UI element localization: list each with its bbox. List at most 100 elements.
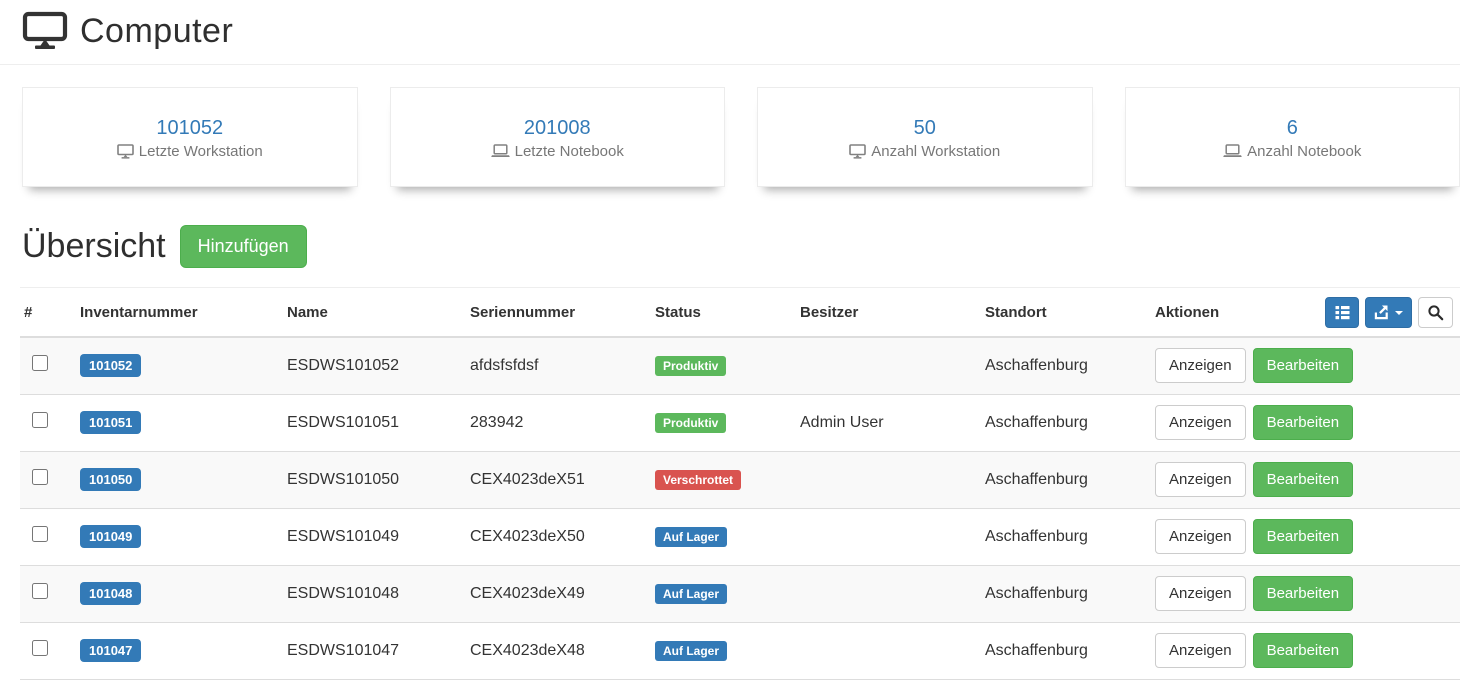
view-button[interactable]: Anzeigen bbox=[1155, 633, 1246, 668]
owner-cell bbox=[800, 565, 985, 622]
row-checkbox[interactable] bbox=[32, 583, 48, 599]
notebook-icon bbox=[491, 144, 510, 158]
workstation-icon bbox=[117, 144, 134, 159]
inventory-badge[interactable]: 101048 bbox=[80, 582, 141, 605]
edit-button[interactable]: Bearbeiten bbox=[1253, 462, 1354, 497]
inventory-badge[interactable]: 101047 bbox=[80, 639, 141, 662]
table-row: 101051 ESDWS101051 283942 Produktiv Admi… bbox=[20, 394, 1460, 451]
edit-button[interactable]: Bearbeiten bbox=[1253, 633, 1354, 668]
location-cell: Aschaffenburg bbox=[985, 508, 1155, 565]
notebook-icon bbox=[1223, 144, 1242, 158]
edit-button[interactable]: Bearbeiten bbox=[1253, 348, 1354, 383]
computer-table: # Inventarnummer Name Seriennummer Statu… bbox=[20, 288, 1460, 680]
stat-label: Anzahl Workstation bbox=[871, 143, 1000, 160]
edit-button[interactable]: Bearbeiten bbox=[1253, 576, 1354, 611]
status-badge: Verschrottet bbox=[655, 470, 741, 490]
name-cell: ESDWS101052 bbox=[287, 337, 470, 394]
stat-card-letzte-workstation: 101052 Letzte Workstation bbox=[22, 87, 358, 187]
page-title: Computer bbox=[80, 12, 233, 51]
serial-cell: CEX4023deX49 bbox=[470, 565, 655, 622]
owner-cell: Admin User bbox=[800, 394, 985, 451]
inventory-badge[interactable]: 101051 bbox=[80, 411, 141, 434]
view-button[interactable]: Anzeigen bbox=[1155, 405, 1246, 440]
row-checkbox[interactable] bbox=[32, 469, 48, 485]
view-button[interactable]: Anzeigen bbox=[1155, 519, 1246, 554]
search-icon bbox=[1427, 304, 1444, 321]
row-checkbox[interactable] bbox=[32, 526, 48, 542]
row-checkbox[interactable] bbox=[32, 640, 48, 656]
stat-label: Letzte Notebook bbox=[515, 143, 624, 160]
column-header-status: Status bbox=[655, 288, 800, 337]
owner-cell bbox=[800, 337, 985, 394]
export-button[interactable] bbox=[1365, 297, 1412, 328]
overview-header: Übersicht Hinzufügen bbox=[0, 187, 1460, 268]
owner-cell bbox=[800, 622, 985, 679]
table-row: 101049 ESDWS101049 CEX4023deX50 Auf Lage… bbox=[20, 508, 1460, 565]
column-header-index: # bbox=[20, 288, 80, 337]
name-cell: ESDWS101048 bbox=[287, 565, 470, 622]
export-icon bbox=[1374, 305, 1389, 320]
edit-button[interactable]: Bearbeiten bbox=[1253, 519, 1354, 554]
table-row: 101048 ESDWS101048 CEX4023deX49 Auf Lage… bbox=[20, 565, 1460, 622]
edit-button[interactable]: Bearbeiten bbox=[1253, 405, 1354, 440]
column-header-standort: Standort bbox=[985, 288, 1155, 337]
status-badge: Auf Lager bbox=[655, 584, 727, 604]
name-cell: ESDWS101047 bbox=[287, 622, 470, 679]
name-cell: ESDWS101050 bbox=[287, 451, 470, 508]
owner-cell bbox=[800, 451, 985, 508]
caret-down-icon bbox=[1395, 311, 1403, 315]
overview-heading: Übersicht bbox=[22, 227, 166, 266]
stat-card-letzte-notebook: 201008 Letzte Notebook bbox=[390, 87, 726, 187]
stat-value: 101052 bbox=[156, 115, 223, 141]
status-badge: Auf Lager bbox=[655, 527, 727, 547]
serial-cell: afdsfsfdsf bbox=[470, 337, 655, 394]
stat-card-anzahl-workstation: 50 Anzahl Workstation bbox=[757, 87, 1093, 187]
status-badge: Produktiv bbox=[655, 413, 726, 433]
row-checkbox[interactable] bbox=[32, 412, 48, 428]
stat-value: 50 bbox=[914, 115, 936, 141]
table-row: 101052 ESDWS101052 afdsfsfdsf Produktiv … bbox=[20, 337, 1460, 394]
computer-icon bbox=[22, 10, 68, 52]
stat-value: 6 bbox=[1287, 115, 1298, 141]
serial-cell: 283942 bbox=[470, 394, 655, 451]
column-header-inventarnummer: Inventarnummer bbox=[80, 288, 287, 337]
stat-label: Letzte Workstation bbox=[139, 143, 263, 160]
inventory-badge[interactable]: 101052 bbox=[80, 354, 141, 377]
table-body: 101052 ESDWS101052 afdsfsfdsf Produktiv … bbox=[20, 337, 1460, 679]
stat-card-anzahl-notebook: 6 Anzahl Notebook bbox=[1125, 87, 1460, 187]
table-row: 101050 ESDWS101050 CEX4023deX51 Verschro… bbox=[20, 451, 1460, 508]
table-toolbar bbox=[1325, 297, 1453, 328]
inventory-badge[interactable]: 101049 bbox=[80, 525, 141, 548]
columns-button[interactable] bbox=[1325, 297, 1359, 328]
view-button[interactable]: Anzeigen bbox=[1155, 348, 1246, 383]
column-header-seriennummer: Seriennummer bbox=[470, 288, 655, 337]
view-button[interactable]: Anzeigen bbox=[1155, 462, 1246, 497]
status-badge: Produktiv bbox=[655, 356, 726, 376]
table-header-row: # Inventarnummer Name Seriennummer Statu… bbox=[20, 288, 1460, 337]
status-badge: Auf Lager bbox=[655, 641, 727, 661]
stat-value: 201008 bbox=[524, 115, 591, 141]
location-cell: Aschaffenburg bbox=[985, 394, 1155, 451]
workstation-icon bbox=[849, 144, 866, 159]
view-button[interactable]: Anzeigen bbox=[1155, 576, 1246, 611]
serial-cell: CEX4023deX48 bbox=[470, 622, 655, 679]
page-header: Computer bbox=[0, 0, 1460, 65]
name-cell: ESDWS101049 bbox=[287, 508, 470, 565]
columns-icon bbox=[1335, 305, 1350, 320]
add-button[interactable]: Hinzufügen bbox=[180, 225, 307, 268]
serial-cell: CEX4023deX51 bbox=[470, 451, 655, 508]
inventory-table: # Inventarnummer Name Seriennummer Statu… bbox=[20, 288, 1460, 680]
location-cell: Aschaffenburg bbox=[985, 565, 1155, 622]
location-cell: Aschaffenburg bbox=[985, 622, 1155, 679]
owner-cell bbox=[800, 508, 985, 565]
column-header-name: Name bbox=[287, 288, 470, 337]
inventory-badge[interactable]: 101050 bbox=[80, 468, 141, 491]
stat-label: Anzahl Notebook bbox=[1247, 143, 1361, 160]
stats-cards: 101052 Letzte Workstation 201008 Letzte … bbox=[0, 65, 1460, 187]
serial-cell: CEX4023deX50 bbox=[470, 508, 655, 565]
table-row: 101047 ESDWS101047 CEX4023deX48 Auf Lage… bbox=[20, 622, 1460, 679]
row-checkbox[interactable] bbox=[32, 355, 48, 371]
location-cell: Aschaffenburg bbox=[985, 451, 1155, 508]
search-button[interactable] bbox=[1418, 297, 1453, 328]
column-header-besitzer: Besitzer bbox=[800, 288, 985, 337]
